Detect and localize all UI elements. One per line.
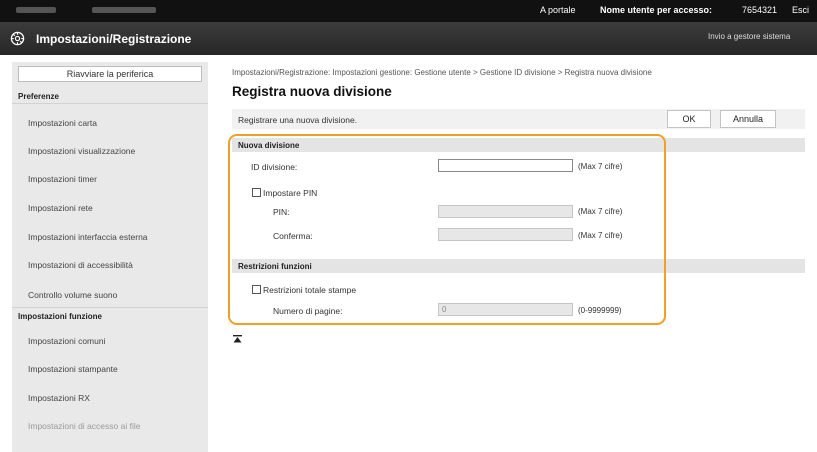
settings-logo-icon xyxy=(10,31,25,46)
login-user-label: Nome utente per accesso: xyxy=(600,5,713,15)
logout-link[interactable]: Esci xyxy=(792,5,809,15)
page-description: Registrare una nuova divisione. xyxy=(238,115,358,125)
divider xyxy=(12,307,208,308)
sidebar: Riavviare la periferica Preferenze Impos… xyxy=(12,62,208,452)
sidebar-item-common-settings[interactable]: Impostazioni comuni xyxy=(28,336,105,346)
sidebar-item-timer-settings[interactable]: Impostazioni timer xyxy=(28,174,97,184)
send-to-admin-link[interactable]: Invio a gestore sistema xyxy=(708,32,790,41)
divider xyxy=(12,103,208,104)
scroll-to-top-icon[interactable] xyxy=(233,335,242,343)
sidebar-section-preferences: Preferenze xyxy=(18,92,59,101)
sidebar-item-external-interface[interactable]: Impostazioni interfaccia esterna xyxy=(28,232,148,242)
sidebar-item-paper-settings[interactable]: Impostazioni carta xyxy=(28,118,97,128)
highlight-frame xyxy=(228,134,666,325)
sidebar-item-network-settings[interactable]: Impostazioni rete xyxy=(28,203,93,213)
cancel-button[interactable]: Annulla xyxy=(720,110,776,128)
page-title: Registra nuova divisione xyxy=(232,84,392,99)
portal-link[interactable]: A portale xyxy=(540,5,576,15)
sidebar-item-printer-settings[interactable]: Impostazioni stampante xyxy=(28,364,118,374)
sidebar-item-display-settings[interactable]: Impostazioni visualizzazione xyxy=(28,146,135,156)
top-bar: A portale Nome utente per accesso: 76543… xyxy=(0,0,817,22)
restart-device-button[interactable]: Riavviare la periferica xyxy=(18,66,202,82)
title-bar: Impostazioni/Registrazione Invio a gesto… xyxy=(0,22,817,55)
ok-button[interactable]: OK xyxy=(667,110,711,128)
sidebar-item-accessibility[interactable]: Impostazioni di accessibilità xyxy=(28,260,133,270)
blurred-text xyxy=(16,7,56,13)
sidebar-item-file-access[interactable]: Impostazioni di accesso ai file xyxy=(28,421,140,431)
sidebar-item-rx-settings[interactable]: Impostazioni RX xyxy=(28,393,90,403)
sidebar-section-function-settings: Impostazioni funzione xyxy=(18,312,102,321)
sidebar-item-sound-volume[interactable]: Controllo volume suono xyxy=(28,290,117,300)
blurred-text xyxy=(92,7,156,13)
breadcrumb: Impostazioni/Registrazione: Impostazioni… xyxy=(232,68,652,77)
app-title: Impostazioni/Registrazione xyxy=(36,32,192,46)
login-user-value: 7654321 xyxy=(742,5,778,15)
